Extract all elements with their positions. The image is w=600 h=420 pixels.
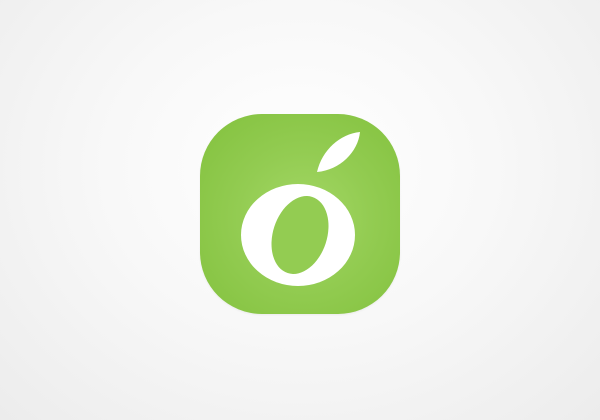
olive-logo-icon: [241, 132, 360, 286]
leaf-shape: [317, 132, 360, 172]
canvas: [0, 0, 600, 420]
app-icon[interactable]: [200, 114, 400, 314]
